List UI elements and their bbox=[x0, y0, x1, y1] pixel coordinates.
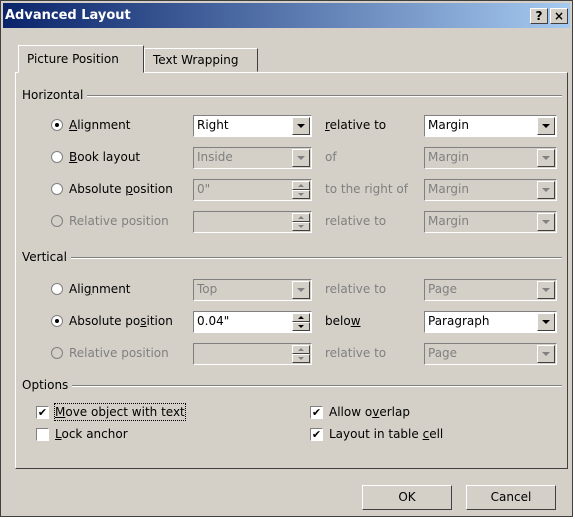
chevron-down-icon[interactable] bbox=[537, 117, 555, 135]
v-relative-position-target-dropdown[interactable]: Page bbox=[424, 343, 557, 365]
window-title: Advanced Layout bbox=[5, 8, 131, 23]
v-relative-position-target-value: Page bbox=[428, 346, 458, 360]
tab-text-wrapping[interactable]: Text Wrapping bbox=[144, 48, 258, 72]
horizontal-group-label: Horizontal bbox=[22, 88, 88, 102]
advanced-layout-dialog: Advanced Layout ? × Picture Position Tex… bbox=[0, 0, 573, 517]
chevron-down-icon[interactable] bbox=[537, 181, 555, 199]
v-alignment-label: Alignment bbox=[69, 282, 131, 296]
h-relative-position-label: Relative position bbox=[69, 214, 169, 228]
v-absolute-position-label: Absolute position bbox=[69, 314, 173, 328]
spinner-arrows-icon[interactable] bbox=[292, 213, 310, 231]
book-layout-radio[interactable] bbox=[51, 151, 63, 163]
v-absolute-position-target-value: Paragraph bbox=[428, 314, 490, 328]
h-absolute-position-spinner[interactable]: 0" bbox=[193, 179, 312, 201]
chevron-down-icon[interactable] bbox=[537, 213, 555, 231]
v-absolute-position-radio[interactable] bbox=[51, 315, 63, 327]
spinner-arrows-icon[interactable] bbox=[292, 181, 310, 199]
allow-overlap-label[interactable]: Allow overlap bbox=[329, 404, 410, 420]
lock-anchor-label[interactable]: Lock anchor bbox=[55, 426, 128, 442]
lock-anchor-checkbox[interactable] bbox=[36, 428, 49, 441]
v-absolute-position-value: 0.04" bbox=[197, 314, 230, 328]
h-absolute-position-relation: to the right of bbox=[325, 182, 408, 196]
options-group-label: Options bbox=[22, 378, 73, 392]
v-relative-position-label: Relative position bbox=[69, 346, 169, 360]
move-object-checkbox[interactable]: ✔ bbox=[36, 406, 49, 419]
h-alignment-target-value: Margin bbox=[428, 118, 469, 132]
picture-position-panel: Horizontal Alignment Right relative to M… bbox=[15, 72, 568, 469]
chevron-down-icon[interactable] bbox=[537, 281, 555, 299]
h-alignment-relation: relative to bbox=[325, 118, 387, 132]
h-relative-position-relation: relative to bbox=[325, 214, 387, 228]
cancel-button[interactable]: Cancel bbox=[466, 485, 556, 510]
spinner-arrows-icon[interactable] bbox=[292, 313, 310, 331]
book-layout-relation: of bbox=[325, 150, 337, 164]
spinner-arrows-icon[interactable] bbox=[292, 345, 310, 363]
layout-in-cell-label[interactable]: Layout in table cell bbox=[329, 426, 443, 442]
book-layout-value: Inside bbox=[197, 150, 233, 164]
v-alignment-value: Top bbox=[197, 282, 218, 296]
h-alignment-value: Right bbox=[197, 118, 229, 132]
h-absolute-position-label: Absolute position bbox=[69, 182, 173, 196]
v-alignment-radio[interactable] bbox=[51, 283, 63, 295]
v-alignment-target-value: Page bbox=[428, 282, 458, 296]
chevron-down-icon[interactable] bbox=[537, 345, 555, 363]
close-button[interactable]: × bbox=[550, 8, 568, 24]
h-relative-position-target-value: Margin bbox=[428, 214, 469, 228]
h-relative-position-radio[interactable] bbox=[51, 215, 63, 227]
vertical-divider bbox=[22, 257, 562, 259]
book-layout-target-dropdown[interactable]: Margin bbox=[424, 147, 557, 169]
allow-overlap-checkbox[interactable]: ✔ bbox=[310, 406, 323, 419]
v-absolute-position-target-dropdown[interactable]: Paragraph bbox=[424, 311, 557, 333]
v-alignment-dropdown[interactable]: Top bbox=[193, 279, 312, 301]
v-relative-position-radio[interactable] bbox=[51, 347, 63, 359]
v-absolute-position-spinner[interactable]: 0.04" bbox=[193, 311, 312, 333]
move-object-label[interactable]: Move object with text bbox=[54, 403, 186, 421]
chevron-down-icon[interactable] bbox=[292, 281, 310, 299]
ok-button[interactable]: OK bbox=[362, 485, 452, 510]
h-relative-position-spinner[interactable] bbox=[193, 211, 312, 233]
h-absolute-position-target-value: Margin bbox=[428, 182, 469, 196]
chevron-down-icon[interactable] bbox=[292, 117, 310, 135]
book-layout-dropdown[interactable]: Inside bbox=[193, 147, 312, 169]
h-relative-position-target-dropdown[interactable]: Margin bbox=[424, 211, 557, 233]
help-button[interactable]: ? bbox=[530, 8, 548, 24]
book-layout-target-value: Margin bbox=[428, 150, 469, 164]
layout-in-cell-checkbox[interactable]: ✔ bbox=[310, 428, 323, 441]
h-absolute-position-radio[interactable] bbox=[51, 183, 63, 195]
v-relative-position-spinner[interactable] bbox=[193, 343, 312, 365]
vertical-group-label: Vertical bbox=[22, 250, 71, 264]
options-divider bbox=[22, 385, 562, 387]
chevron-down-icon[interactable] bbox=[537, 149, 555, 167]
chevron-down-icon[interactable] bbox=[537, 313, 555, 331]
title-bar: Advanced Layout ? × bbox=[3, 3, 570, 28]
h-alignment-label: Alignment bbox=[69, 118, 131, 132]
h-absolute-position-value: 0" bbox=[197, 182, 211, 196]
horizontal-divider bbox=[22, 95, 562, 97]
v-relative-position-relation: relative to bbox=[325, 346, 387, 360]
h-alignment-dropdown[interactable]: Right bbox=[193, 115, 312, 137]
book-layout-label: Book layout bbox=[69, 150, 141, 164]
h-absolute-position-target-dropdown[interactable]: Margin bbox=[424, 179, 557, 201]
v-alignment-relation: relative to bbox=[325, 282, 387, 296]
h-alignment-radio[interactable] bbox=[51, 119, 63, 131]
chevron-down-icon[interactable] bbox=[292, 149, 310, 167]
tab-picture-position[interactable]: Picture Position bbox=[18, 45, 144, 73]
v-alignment-target-dropdown[interactable]: Page bbox=[424, 279, 557, 301]
h-alignment-target-dropdown[interactable]: Margin bbox=[424, 115, 557, 137]
v-absolute-position-relation: below bbox=[325, 314, 361, 328]
